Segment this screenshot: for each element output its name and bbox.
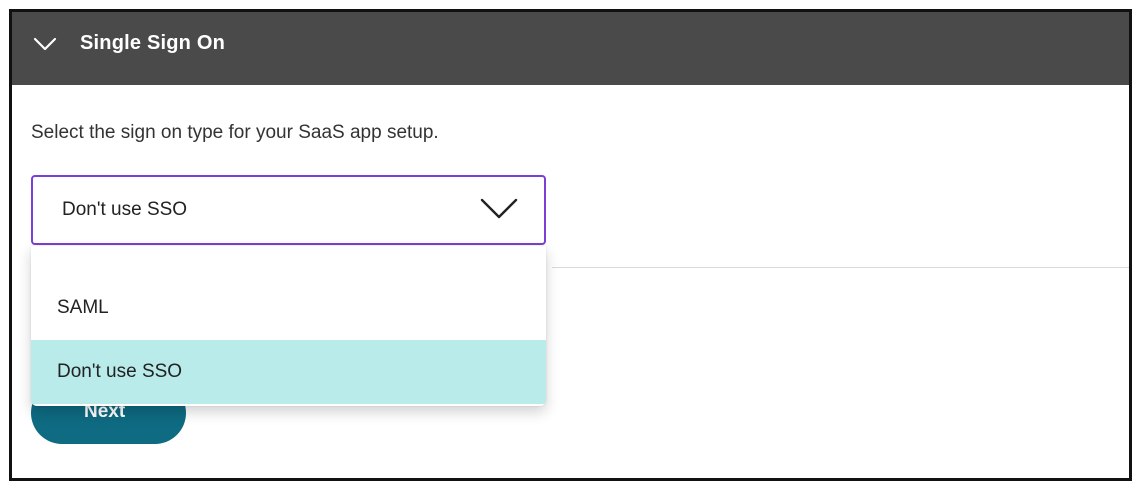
divider (552, 267, 1129, 268)
dropdown-menu: SAML Don't use SSO (31, 246, 546, 406)
accordion-header[interactable]: Single Sign On (12, 12, 1129, 85)
single-sign-on-panel: Single Sign On Select the sign on type f… (9, 9, 1132, 481)
option-dont-use-sso[interactable]: Don't use SSO (31, 340, 546, 404)
chevron-down-icon (480, 198, 518, 219)
instruction-text: Select the sign on type for your SaaS ap… (31, 122, 439, 143)
select-value: Don't use SSO (62, 199, 188, 220)
chevron-down-icon[interactable] (32, 34, 58, 54)
section-title: Single Sign On (80, 32, 226, 54)
sign-on-type-select[interactable]: Don't use SSO (31, 175, 546, 245)
option-saml[interactable]: SAML (31, 276, 546, 340)
